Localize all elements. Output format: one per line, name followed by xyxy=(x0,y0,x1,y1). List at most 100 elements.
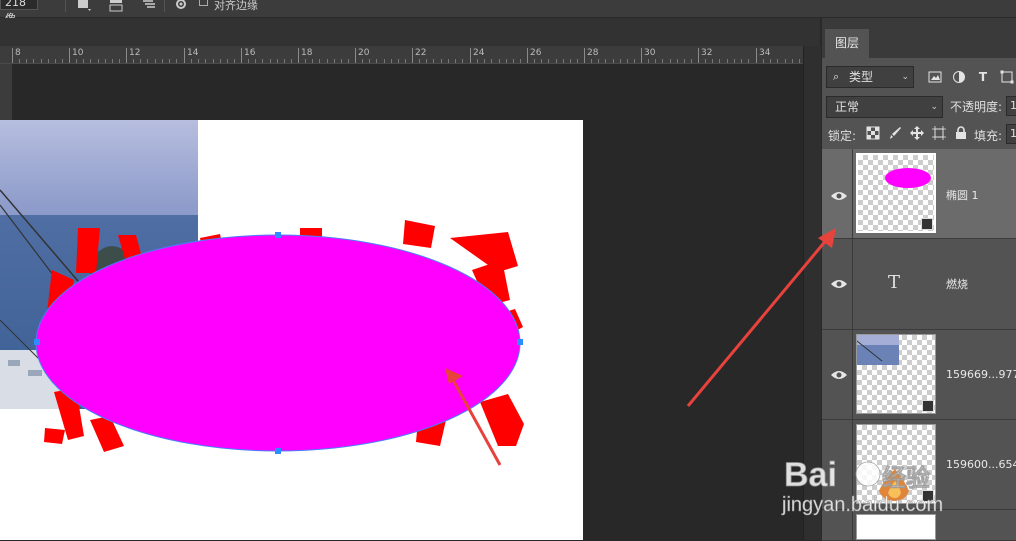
shape-filter-icon[interactable] xyxy=(1000,70,1014,84)
ruler-minor-tick xyxy=(391,59,392,63)
ruler-minor-tick xyxy=(448,59,449,63)
ruler-minor-tick xyxy=(433,59,434,63)
adjustment-filter-icon[interactable] xyxy=(952,70,966,84)
filter-kind-label: 类型 xyxy=(849,70,874,84)
ruler-minor-tick xyxy=(655,59,656,63)
align-edges-checkbox[interactable] xyxy=(199,0,208,6)
ruler-minor-tick xyxy=(213,59,214,63)
ruler-minor-tick xyxy=(119,59,120,63)
ruler-minor-tick xyxy=(205,59,206,63)
ruler-minor-tick xyxy=(426,59,427,63)
layer-filter-dropdown[interactable]: ⌕ 类型 ⌄ xyxy=(826,66,914,88)
ruler-minor-tick xyxy=(405,59,406,63)
lock-label: 锁定: xyxy=(828,129,857,143)
watermark-url: jingyan.baidu.com xyxy=(782,494,944,517)
ruler-minor-tick xyxy=(799,59,800,63)
ruler-minor-tick xyxy=(741,59,742,63)
ruler-tick-label: 18 xyxy=(301,48,313,58)
ruler-minor-tick xyxy=(262,59,263,63)
ruler-minor-tick xyxy=(548,59,549,63)
layer-thumbnail[interactable] xyxy=(856,153,936,233)
layer-thumbnail[interactable] xyxy=(856,334,936,414)
ruler-tick-label: 30 xyxy=(644,48,656,58)
tab-layers[interactable]: 图层 xyxy=(825,29,869,58)
ruler-minor-tick xyxy=(191,59,192,63)
ruler-major-tick xyxy=(126,48,127,63)
opacity-input[interactable]: 1 xyxy=(1006,96,1016,116)
ruler-minor-tick xyxy=(770,59,771,63)
layer-name[interactable]: 燃烧 xyxy=(946,276,968,292)
ruler-major-tick xyxy=(756,48,757,63)
ruler-minor-tick xyxy=(785,59,786,63)
ruler-major-tick xyxy=(298,48,299,63)
ruler-minor-tick xyxy=(248,59,249,63)
ruler-minor-tick xyxy=(499,59,500,63)
ruler-major-tick xyxy=(69,48,70,63)
ruler-minor-tick xyxy=(620,59,621,63)
ruler-minor-tick xyxy=(506,59,507,63)
ellipse-thumbnail-icon xyxy=(885,168,931,188)
ruler-minor-tick xyxy=(763,59,764,63)
layer-name[interactable]: 159669...97750 xyxy=(946,368,1016,381)
lock-move-icon[interactable] xyxy=(910,126,924,140)
document-canvas[interactable] xyxy=(0,120,583,540)
ruler-minor-tick xyxy=(291,59,292,63)
ruler-minor-tick xyxy=(41,59,42,63)
ruler-minor-tick xyxy=(484,59,485,63)
smart-object-badge-icon xyxy=(922,400,934,412)
width-field[interactable]: 218 像 xyxy=(0,0,38,25)
ruler-minor-tick xyxy=(33,59,34,63)
ruler-minor-tick xyxy=(577,59,578,63)
ruler-minor-tick xyxy=(662,59,663,63)
ruler-minor-tick xyxy=(734,59,735,63)
ruler-minor-tick xyxy=(777,59,778,63)
horizontal-ruler[interactable]: 8 10 12 14 16 18 20 22 24 26 28 30 32 34 xyxy=(0,46,803,64)
lock-transparent-icon[interactable] xyxy=(866,126,880,140)
ruler-minor-tick xyxy=(727,59,728,63)
ruler-minor-tick xyxy=(76,59,77,63)
gear-icon[interactable] xyxy=(174,0,190,12)
ruler-tick-label: 16 xyxy=(244,48,256,58)
type-filter-icon[interactable]: T xyxy=(976,70,990,84)
image-filter-icon[interactable] xyxy=(928,70,942,84)
layer-row-text[interactable]: T 燃烧 xyxy=(822,239,1016,330)
path-operations-icon[interactable] xyxy=(76,0,92,12)
ruler-minor-tick xyxy=(277,59,278,63)
ruler-minor-tick xyxy=(419,59,420,63)
opacity-label: 不透明度: xyxy=(950,100,1003,114)
path-arrangement-icon[interactable] xyxy=(141,0,157,12)
ruler-minor-tick xyxy=(312,59,313,63)
align-edges-label: 对齐边缘 xyxy=(214,0,258,12)
ruler-minor-tick xyxy=(398,59,399,63)
ruler-minor-tick xyxy=(369,59,370,63)
layer-name[interactable]: 椭圆 1 xyxy=(946,187,979,203)
ruler-minor-tick xyxy=(648,59,649,63)
ruler-minor-tick xyxy=(105,59,106,63)
path-alignment-icon[interactable] xyxy=(108,0,124,12)
ruler-minor-tick xyxy=(376,59,377,63)
ruler-minor-tick xyxy=(691,59,692,63)
lock-all-icon[interactable] xyxy=(954,126,968,140)
fill-label: 填充: xyxy=(974,129,1003,143)
ruler-minor-tick xyxy=(83,59,84,63)
ruler-minor-tick xyxy=(677,59,678,63)
fill-input[interactable]: 1 xyxy=(1006,124,1016,144)
separator xyxy=(164,0,165,12)
lock-artboard-icon[interactable] xyxy=(932,126,946,140)
ruler-minor-tick xyxy=(605,59,606,63)
blend-mode-dropdown[interactable]: 正常 ⌄ xyxy=(826,96,943,118)
layer-row-ellipse[interactable]: 椭圆 1 xyxy=(822,149,1016,239)
ruler-minor-tick xyxy=(327,59,328,63)
shape-layer-badge-icon xyxy=(921,218,933,230)
layer-row-smart-object[interactable]: 159669...97750 xyxy=(822,330,1016,420)
ruler-minor-tick xyxy=(90,59,91,63)
canvas-artwork xyxy=(34,220,524,466)
eye-icon[interactable] xyxy=(830,189,848,203)
ruler-minor-tick xyxy=(198,59,199,63)
lock-paint-icon[interactable] xyxy=(888,126,902,140)
ruler-major-tick xyxy=(527,48,528,63)
ruler-minor-tick xyxy=(520,59,521,63)
ruler-minor-tick xyxy=(55,59,56,63)
annotation-arrow-panel xyxy=(686,228,836,407)
ruler-minor-tick xyxy=(534,59,535,63)
